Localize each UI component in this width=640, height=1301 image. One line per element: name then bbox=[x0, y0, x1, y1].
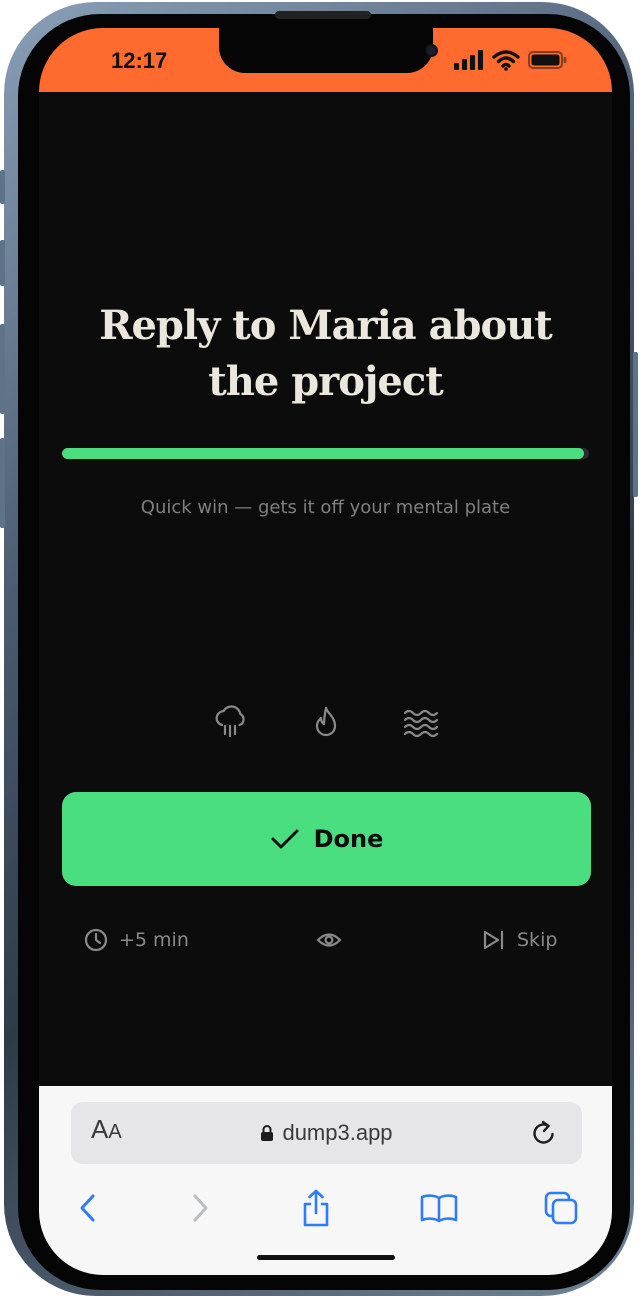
notch bbox=[219, 28, 438, 73]
screen: 12:17 Reply to Maria about the project Q… bbox=[39, 28, 612, 1275]
clock-icon bbox=[84, 928, 108, 952]
volume-down-button bbox=[0, 324, 5, 414]
battery-icon bbox=[528, 51, 567, 69]
task-title: Reply to Maria about the project bbox=[99, 302, 553, 405]
preview-button[interactable] bbox=[316, 925, 342, 955]
status-time: 12:17 bbox=[111, 48, 168, 73]
lock-icon bbox=[261, 1125, 274, 1141]
url-text: dump3.app bbox=[282, 1120, 393, 1145]
snooze-label: +5 min bbox=[119, 929, 189, 951]
url-display: dump3.app bbox=[71, 1102, 582, 1164]
reload-icon[interactable] bbox=[529, 1118, 559, 1152]
energy-selector bbox=[211, 702, 441, 742]
waves-icon[interactable] bbox=[401, 702, 441, 742]
wifi-icon bbox=[492, 50, 520, 71]
silent-switch bbox=[0, 170, 5, 204]
checkmark-icon bbox=[271, 829, 299, 849]
skip-forward-icon bbox=[483, 930, 504, 950]
tabs-icon[interactable] bbox=[541, 1183, 581, 1233]
progress-fill bbox=[62, 448, 584, 459]
status-icons bbox=[454, 48, 568, 72]
home-indicator bbox=[257, 1255, 395, 1260]
skip-button[interactable]: Skip bbox=[481, 925, 557, 955]
secondary-actions: +5 min Skip bbox=[83, 925, 568, 955]
volume-up-button bbox=[0, 240, 5, 286]
task-subtitle: Quick win — gets it off your mental plat… bbox=[140, 497, 511, 518]
skip-label: Skip bbox=[517, 929, 558, 951]
front-camera bbox=[425, 44, 438, 57]
share-icon[interactable] bbox=[298, 1183, 334, 1233]
done-button[interactable]: Done bbox=[62, 792, 591, 886]
browser-toolbar bbox=[39, 1183, 612, 1233]
browser-bar: AA dump3.app bbox=[39, 1086, 612, 1275]
forward-arrow-icon[interactable] bbox=[185, 1183, 215, 1233]
power-button bbox=[633, 352, 638, 497]
volume-down-button-2 bbox=[0, 438, 5, 528]
address-bar[interactable]: AA dump3.app bbox=[71, 1102, 582, 1164]
signal-icon bbox=[454, 50, 483, 70]
phone-frame: 12:17 Reply to Maria about the project Q… bbox=[0, 2, 638, 1296]
status-bar: 12:17 bbox=[39, 28, 612, 92]
cloud-rain-icon[interactable] bbox=[211, 702, 251, 742]
earpiece-speaker bbox=[275, 11, 371, 19]
done-label: Done bbox=[313, 825, 384, 853]
snooze-button[interactable]: +5 min bbox=[83, 925, 189, 955]
progress-bar bbox=[62, 448, 589, 459]
bookmarks-icon[interactable] bbox=[417, 1183, 461, 1233]
eye-icon bbox=[316, 933, 342, 947]
back-arrow-icon[interactable] bbox=[73, 1183, 103, 1233]
flame-icon[interactable] bbox=[306, 702, 346, 742]
